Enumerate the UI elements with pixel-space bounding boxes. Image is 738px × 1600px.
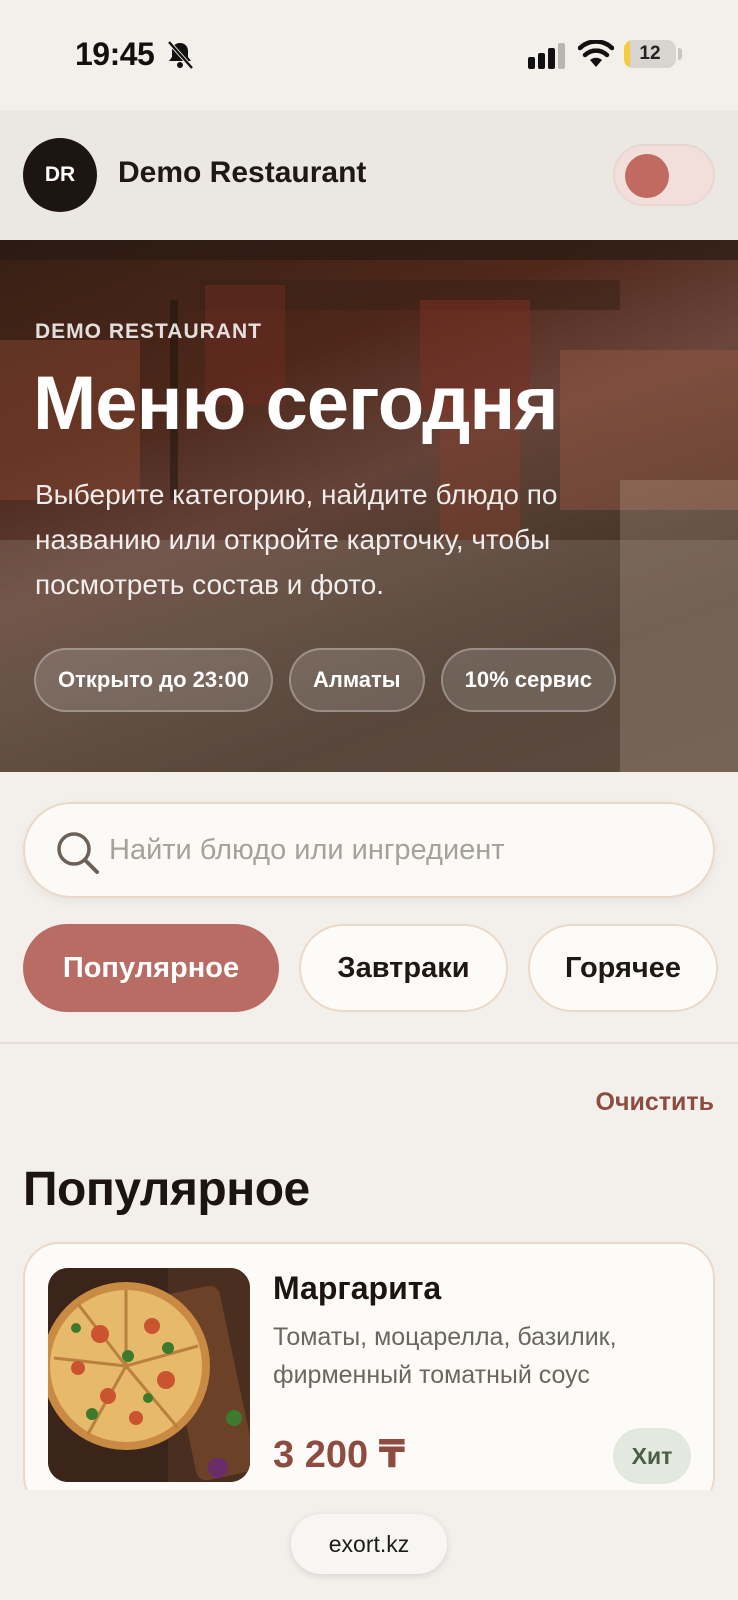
chip-service-fee: 10% сервис (440, 648, 616, 712)
search-icon (57, 832, 99, 874)
battery-tip (678, 48, 682, 60)
tab-breakfast[interactable]: Завтраки (299, 924, 508, 1012)
battery-icon: 12 (624, 40, 676, 68)
status-time: 19:45 (75, 36, 155, 72)
category-tabs: Популярное Завтраки Горячее (0, 924, 738, 1012)
search-input[interactable] (109, 804, 689, 896)
chip-opening-hours: Открыто до 23:00 (34, 648, 273, 712)
wifi-icon (578, 40, 614, 67)
dish-card[interactable]: Маргарита Томаты, моцарелла, базилик, фи… (23, 1242, 715, 1512)
dish-badge: Хит (613, 1428, 691, 1484)
avatar[interactable]: DR (23, 138, 97, 212)
battery-level: 12 (639, 43, 661, 64)
browser-bar: exort.kz (0, 1490, 738, 1600)
toggle-knob (625, 154, 669, 198)
hero-eyebrow: DEMO RESTAURANT (35, 320, 262, 343)
theme-toggle[interactable] (613, 144, 715, 206)
dish-description: Томаты, моцарелла, базилик, фирменный то… (273, 1323, 617, 1389)
restaurant-name: Demo Restaurant (118, 156, 367, 189)
hero-title: Меню сегодня (33, 361, 559, 446)
status-bar: 19:45 12 (0, 0, 738, 110)
chip-city: Алматы (288, 648, 425, 712)
restaurant-header: DR Demo Restaurant (0, 110, 738, 240)
clear-button[interactable]: Очистить (596, 1088, 714, 1117)
tab-hot[interactable]: Горячее (528, 924, 718, 1012)
signal-icon (528, 43, 565, 69)
section-title: Популярное (23, 1163, 310, 1216)
dish-name: Маргарита (273, 1270, 442, 1306)
tab-popular[interactable]: Популярное (23, 924, 279, 1012)
search-box[interactable] (23, 802, 715, 898)
url-bar[interactable]: exort.kz (291, 1514, 447, 1574)
divider (0, 1042, 738, 1044)
hero-subtitle: Выберите категорию, найдите блюдо по наз… (35, 479, 558, 600)
hero-banner: DEMO RESTAURANT Меню сегодня Выберите ка… (0, 240, 738, 772)
hero-chips: Открыто до 23:00 Алматы 10% сервис (34, 648, 616, 712)
dish-price: 3 200 ₸ (273, 1434, 406, 1476)
pizza-image (48, 1268, 250, 1482)
bell-muted-icon (167, 40, 194, 70)
dish-photo (48, 1268, 250, 1482)
